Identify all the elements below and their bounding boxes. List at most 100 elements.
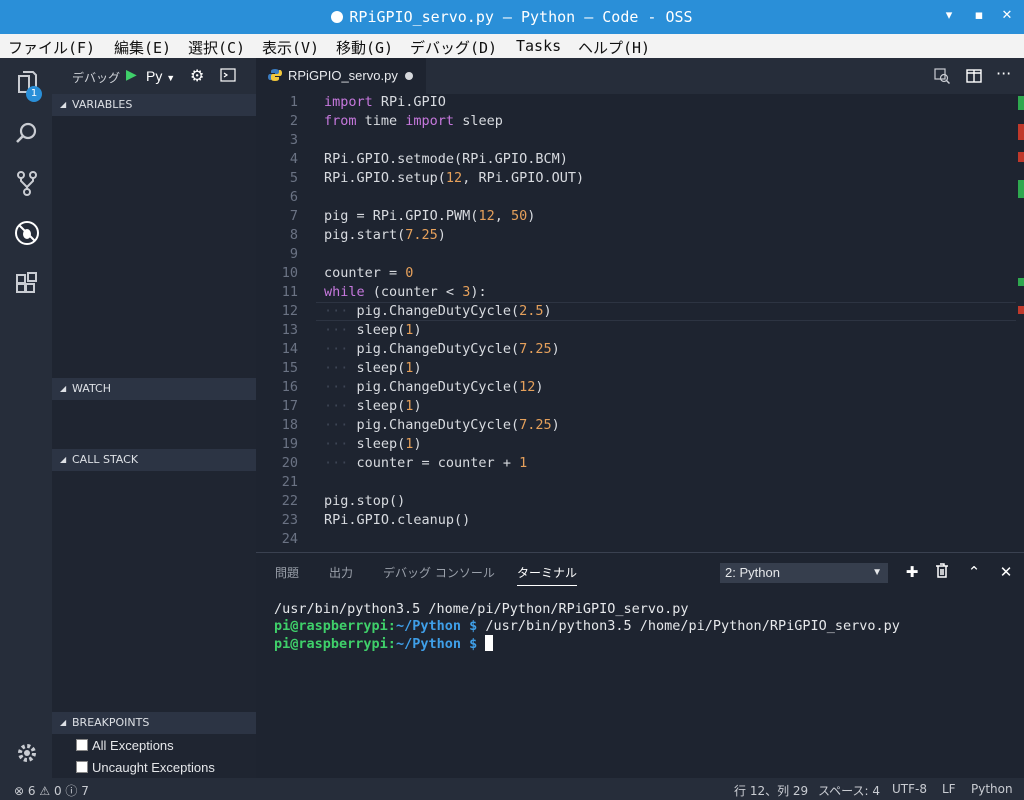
code-text: ··· sleep(1) (324, 360, 422, 376)
terminal-command: /usr/bin/python3.5 /home/pi/Python/RPiGP… (477, 618, 900, 634)
code-text: ··· sleep(1) (324, 322, 422, 338)
code-text: ··· pig.ChangeDutyCycle(7.25) (324, 417, 560, 433)
breakpoint-checkbox[interactable] (76, 739, 88, 751)
debug-console-icon[interactable] (220, 68, 236, 85)
code-editor[interactable]: 1 import RPi.GPIO 2 from time import sleep… (256, 94, 1024, 552)
modified-dot-icon[interactable] (405, 72, 413, 80)
tab-debug-console[interactable]: デバッグ コンソール (383, 564, 495, 581)
code-line: 12 ··· pig.ChangeDutyCycle(2.5) (256, 303, 1016, 322)
menu-file[interactable]: ファイル(F) (8, 37, 95, 58)
maximize-panel-chevron-up-icon[interactable]: ⌃ (964, 563, 984, 581)
bottom-panel: 問題 出力 デバッグ コンソール ターミナル 2: Python ▼ ✚ ⌃ ✕ … (256, 552, 1024, 778)
menu-edit[interactable]: 編集(E) (114, 37, 171, 58)
terminal-prompt-line: pi@raspberrypi:~/Python $ /usr/bin/pytho… (274, 618, 900, 634)
line-number: 2 (289, 113, 298, 129)
ruler-mark-added (1018, 96, 1024, 110)
explorer-badge: 1 (26, 86, 42, 102)
minimize-button[interactable]: ▾ (940, 8, 958, 23)
error-count: 6 (27, 784, 36, 798)
debug-sidebar: デバッグ ▶ Py ▼ ⚙ ◢ VARIABLES ◢ WATCH ◢ CALL ST… (52, 58, 256, 778)
collapse-triangle-icon: ◢ (60, 384, 67, 393)
code-line: 1 import RPi.GPIO (256, 94, 1016, 113)
title-bar: RPiGPIO_servo.py — Python — Code - OSS ▾… (0, 0, 1024, 34)
search-icon[interactable] (14, 120, 40, 146)
collapse-triangle-icon: ◢ (60, 718, 67, 727)
extensions-icon[interactable] (14, 270, 40, 296)
code-line: 6 (256, 189, 1016, 208)
line-number: 17 (281, 398, 298, 414)
code-line: 10 counter = 0 (256, 265, 1016, 284)
ruler-mark-error (1018, 152, 1024, 162)
code-text: pig = RPi.GPIO.PWM(12, 50) (324, 208, 536, 224)
debug-icon[interactable] (14, 220, 40, 246)
code-text: import RPi.GPIO (324, 94, 446, 110)
tab-output[interactable]: 出力 (329, 564, 353, 581)
kill-terminal-trash-icon[interactable] (932, 563, 952, 582)
code-text: ··· sleep(1) (324, 398, 422, 414)
source-control-icon[interactable] (14, 170, 40, 196)
variables-section-header[interactable]: ◢ VARIABLES (52, 94, 256, 116)
code-line: 18 ··· pig.ChangeDutyCycle(7.25) (256, 417, 1016, 436)
maximize-button[interactable]: ▪ (970, 8, 988, 23)
tab-problems[interactable]: 問題 (275, 564, 299, 581)
terminal-prompt-current[interactable]: pi@raspberrypi:~/Python $ (274, 635, 494, 652)
menu-tasks[interactable]: Tasks (516, 37, 561, 55)
line-number: 1 (289, 94, 298, 110)
terminal-colon: : (387, 618, 396, 634)
call-stack-section-title: CALL STACK (72, 453, 139, 466)
code-text: RPi.GPIO.cleanup() (324, 512, 471, 528)
breakpoint-label: All Exceptions (92, 738, 174, 753)
code-line: 11 while (counter < 3): (256, 284, 1016, 303)
split-editor-icon[interactable] (966, 68, 982, 88)
breakpoints-section-header[interactable]: ◢ BREAKPOINTS (52, 712, 256, 734)
ruler-mark-added (1018, 180, 1024, 198)
terminal-select-value: 2: Python (725, 565, 780, 580)
breakpoints-section-title: BREAKPOINTS (72, 716, 150, 729)
indentation-status[interactable]: スペース: 4 (818, 782, 880, 799)
menu-debug[interactable]: デバッグ(D) (410, 37, 497, 58)
open-preview-icon[interactable] (934, 68, 951, 88)
tab-terminal[interactable]: ターミナル (517, 564, 578, 586)
watch-section-title: WATCH (72, 382, 111, 395)
breakpoint-all-exceptions[interactable]: All Exceptions (76, 738, 174, 753)
menu-go[interactable]: 移動(G) (336, 37, 393, 58)
call-stack-section-header[interactable]: ◢ CALL STACK (52, 449, 256, 471)
debug-toolbar: デバッグ ▶ Py ▼ ⚙ (52, 58, 256, 94)
debug-config-select[interactable]: Py ▼ (146, 68, 175, 84)
settings-gear-icon[interactable] (14, 740, 40, 766)
window-title: RPiGPIO_servo.py — Python — Code - OSS (0, 8, 1024, 26)
problems-status[interactable]: ⊗ 6 ⚠ 0 ⓘ 7 (14, 782, 89, 799)
terminal-path: ~/Python $ (395, 618, 478, 634)
debug-settings-gear-icon[interactable]: ⚙ (190, 66, 204, 85)
line-number: 14 (281, 341, 298, 357)
more-actions-icon[interactable]: ··· (996, 64, 1011, 83)
terminal-select[interactable]: 2: Python ▼ (720, 563, 888, 583)
watch-section-header[interactable]: ◢ WATCH (52, 378, 256, 400)
eol-status[interactable]: LF (942, 782, 956, 796)
code-text: pig.start(7.25) (324, 227, 446, 243)
new-terminal-plus-icon[interactable]: ✚ (902, 563, 922, 581)
breakpoint-label: Uncaught Exceptions (92, 760, 215, 775)
language-mode-status[interactable]: Python (971, 782, 1013, 796)
menu-bar: ファイル(F) 編集(E) 選択(C) 表示(V) 移動(G) デバッグ(D) … (0, 34, 1024, 58)
breakpoint-checkbox[interactable] (76, 761, 88, 773)
menu-selection[interactable]: 選択(C) (188, 37, 245, 58)
code-line: 23 RPi.GPIO.cleanup() (256, 512, 1016, 531)
code-text: ··· counter = counter + 1 (324, 455, 528, 471)
line-number: 4 (289, 151, 298, 167)
close-panel-icon[interactable]: ✕ (996, 563, 1016, 581)
encoding-status[interactable]: UTF-8 (892, 782, 927, 796)
tab-label: RPiGPIO_servo.py (288, 68, 398, 83)
menu-help[interactable]: ヘルプ(H) (578, 37, 650, 58)
code-text: ··· pig.ChangeDutyCycle(12) (324, 379, 544, 395)
tab-rpigpio-servo[interactable]: RPiGPIO_servo.py (256, 58, 426, 94)
menu-view[interactable]: 表示(V) (262, 37, 319, 58)
chevron-down-icon: ▼ (872, 567, 882, 578)
ruler-mark-added (1018, 278, 1024, 286)
line-number: 3 (289, 132, 298, 148)
close-window-button[interactable]: ✕ (998, 8, 1016, 23)
start-debug-icon[interactable]: ▶ (126, 67, 137, 83)
line-number: 22 (281, 493, 298, 509)
cursor-position[interactable]: 行 12、列 29 (734, 782, 808, 799)
breakpoint-uncaught-exceptions[interactable]: Uncaught Exceptions (76, 760, 215, 775)
